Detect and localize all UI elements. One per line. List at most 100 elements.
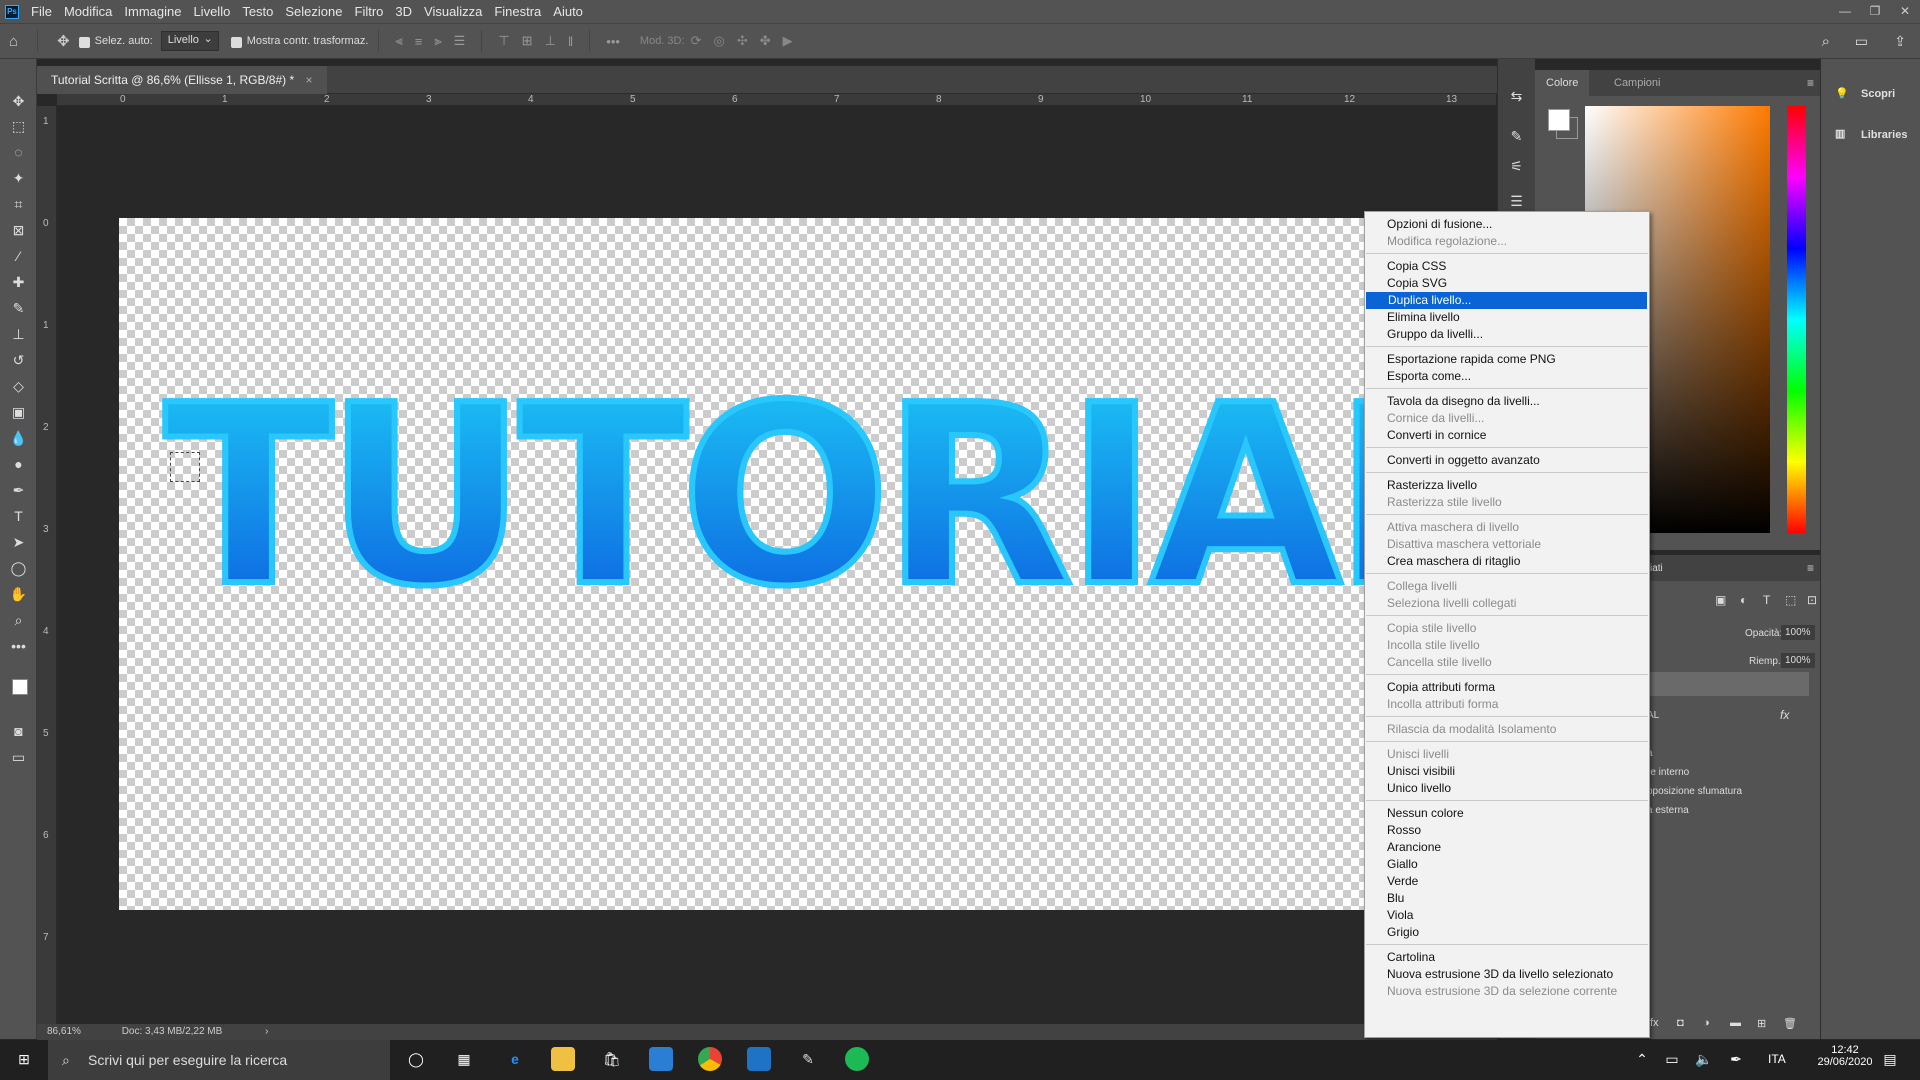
context-menu-item[interactable]: Rosso [1365,822,1649,839]
context-menu-item[interactable]: Elimina livello [1365,309,1649,326]
filter-pixel-icon[interactable]: ▣ [1715,593,1726,607]
ellipse-selection-handle[interactable] [170,452,200,482]
menu-selezione[interactable]: Selezione [279,4,348,19]
hue-slider[interactable] [1787,106,1806,533]
opacity-input[interactable]: 100% [1781,625,1815,640]
menu-aiuto[interactable]: Aiuto [547,4,589,19]
notifications-icon[interactable]: ▤ [1878,1047,1902,1071]
menu-finestra[interactable]: Finestra [488,4,547,19]
adjustment-layer-icon[interactable]: ◑ [1703,1017,1710,1029]
cortana-icon[interactable]: ◯ [404,1047,428,1071]
app-icon[interactable] [747,1047,771,1071]
edge-icon[interactable]: e [503,1047,527,1071]
context-menu-item[interactable]: Viola [1365,907,1649,924]
context-menu-item[interactable]: Cartolina [1365,949,1649,966]
chrome-icon[interactable] [698,1047,722,1071]
context-menu-item[interactable]: Arancione [1365,839,1649,856]
task-view-icon[interactable]: ▦ [452,1047,476,1071]
paint-icon[interactable]: ✎ [796,1047,820,1071]
screen-mode-icon[interactable]: ▭ [0,745,37,769]
libraries-label[interactable]: Libraries [1861,129,1907,141]
frame-tool-icon[interactable]: ⊠ [0,218,37,242]
menu-visualizza[interactable]: Visualizza [418,4,488,19]
move-tool-icon[interactable]: ✥ [57,32,70,50]
blur-tool-icon[interactable]: 💧 [0,426,37,450]
tab-swatches[interactable]: Campioni [1603,70,1671,96]
more-tools-icon[interactable]: ••• [0,634,37,658]
context-menu-item[interactable]: Unisci visibili [1365,763,1649,780]
auto-select-dropdown[interactable]: Livello [160,31,219,51]
brush-settings-icon[interactable]: ✎ [1498,124,1535,148]
magic-wand-icon[interactable]: ✦ [0,166,37,190]
context-menu-item[interactable]: Opzioni di fusione... [1365,216,1649,233]
scale-3d-icon[interactable]: ▶ [783,33,793,49]
store-icon[interactable]: 🛍 [600,1047,624,1071]
doc-info[interactable]: Doc: 3,43 MB/2,22 MB [122,1026,223,1037]
mail-icon[interactable] [649,1047,673,1071]
brush-tool-icon[interactable]: ✎ [0,296,37,320]
context-menu-item[interactable]: Copia attributi forma [1365,679,1649,696]
ps-logo-icon[interactable]: Ps [5,4,19,19]
show-transform-checkbox[interactable] [230,36,242,48]
panel-menu-icon[interactable]: ≡ [1807,561,1814,575]
fx-label[interactable]: fx [1780,708,1789,722]
share-icon[interactable]: ⇪ [1894,33,1906,50]
context-menu-item[interactable]: Grigio [1365,924,1649,941]
taskbar-search-box[interactable]: ⌕ Scrivi qui per eseguire la ricerca [48,1040,390,1080]
menu-testo[interactable]: Testo [236,4,279,19]
context-menu-item[interactable]: Giallo [1365,856,1649,873]
context-menu-item[interactable]: Esporta come... [1365,368,1649,385]
chevron-up-icon[interactable]: ⌃ [1630,1047,1654,1071]
context-menu-item[interactable]: Gruppo da livelli... [1365,326,1649,343]
hand-tool-icon[interactable]: ✋ [0,582,37,606]
discover-label[interactable]: Scopri [1861,88,1895,100]
align-bottom-icon[interactable]: ⊥ [545,33,556,49]
align-left-icon[interactable]: ⫷ [395,33,402,49]
fill-input[interactable]: 100% [1781,653,1815,668]
search-icon[interactable]: ⌕ [1822,33,1830,50]
distribute-icon[interactable]: ☰ [454,33,466,49]
stamp-tool-icon[interactable]: ⊥ [0,322,37,346]
align-top-icon[interactable]: ⊤ [498,33,509,49]
menu-modifica[interactable]: Modifica [58,4,118,19]
document-tab[interactable]: Tutorial Scritta @ 86,6% (Ellisse 1, RGB… [37,66,327,94]
filter-smart-icon[interactable]: ⊡ [1807,593,1817,607]
libraries-icon[interactable]: ▥ [1835,127,1845,140]
clock[interactable]: 12:42 29/06/2020 [1815,1044,1875,1068]
workspace-icon[interactable]: ▭ [1855,33,1868,50]
zoom-tool-icon[interactable]: ⌕ [0,608,37,632]
windows-start-icon[interactable]: ⊞ [12,1047,36,1071]
context-menu-item[interactable]: Unico livello [1365,780,1649,797]
menu-filtro[interactable]: Filtro [349,4,390,19]
chevron-right-icon[interactable]: › [265,1026,268,1037]
eraser-tool-icon[interactable]: ◇ [0,374,37,398]
menu-immagine[interactable]: Immagine [118,4,187,19]
path-selection-icon[interactable]: ➤ [0,530,37,554]
lasso-tool-icon[interactable]: ◌ [0,140,37,164]
menu-file[interactable]: File [25,4,58,19]
minimize-icon[interactable]: — [1830,0,1860,23]
pen-tool-icon[interactable]: ✒ [0,478,37,502]
context-menu-item[interactable]: Verde [1365,873,1649,890]
effect-item[interactable]: a esterna [1647,805,1689,816]
filter-adjustment-icon[interactable]: ◐ [1740,593,1747,607]
align-center-icon[interactable]: ≡ [415,34,423,49]
panel-menu-icon[interactable]: ≡ [1807,76,1814,90]
foreground-color-swatch[interactable] [1548,109,1570,131]
healing-brush-icon[interactable]: ✚ [0,270,37,294]
menu-livello[interactable]: Livello [187,4,236,19]
tab-color[interactable]: Colore [1535,70,1590,96]
zoom-level[interactable]: 86,61% [47,1026,81,1037]
close-tab-icon[interactable]: × [306,73,313,87]
context-menu-item[interactable]: Esportazione rapida come PNG [1365,351,1649,368]
align-right-icon[interactable]: ⫸ [434,33,441,49]
mask-icon[interactable]: ◘ [1677,1017,1684,1029]
slide-3d-icon[interactable]: ✤ [760,33,771,49]
dodge-tool-icon[interactable]: ● [0,452,37,476]
marquee-tool-icon[interactable]: ⬚ [0,114,37,138]
context-menu-item[interactable]: Converti in cornice [1365,427,1649,444]
context-menu-item[interactable]: Nuova estrusione 3D da livello seleziona… [1365,966,1649,983]
restore-icon[interactable]: ❐ [1860,0,1890,23]
effect-item[interactable]: pposizione sfumatura [1647,786,1742,797]
auto-select-checkbox[interactable] [78,36,90,48]
